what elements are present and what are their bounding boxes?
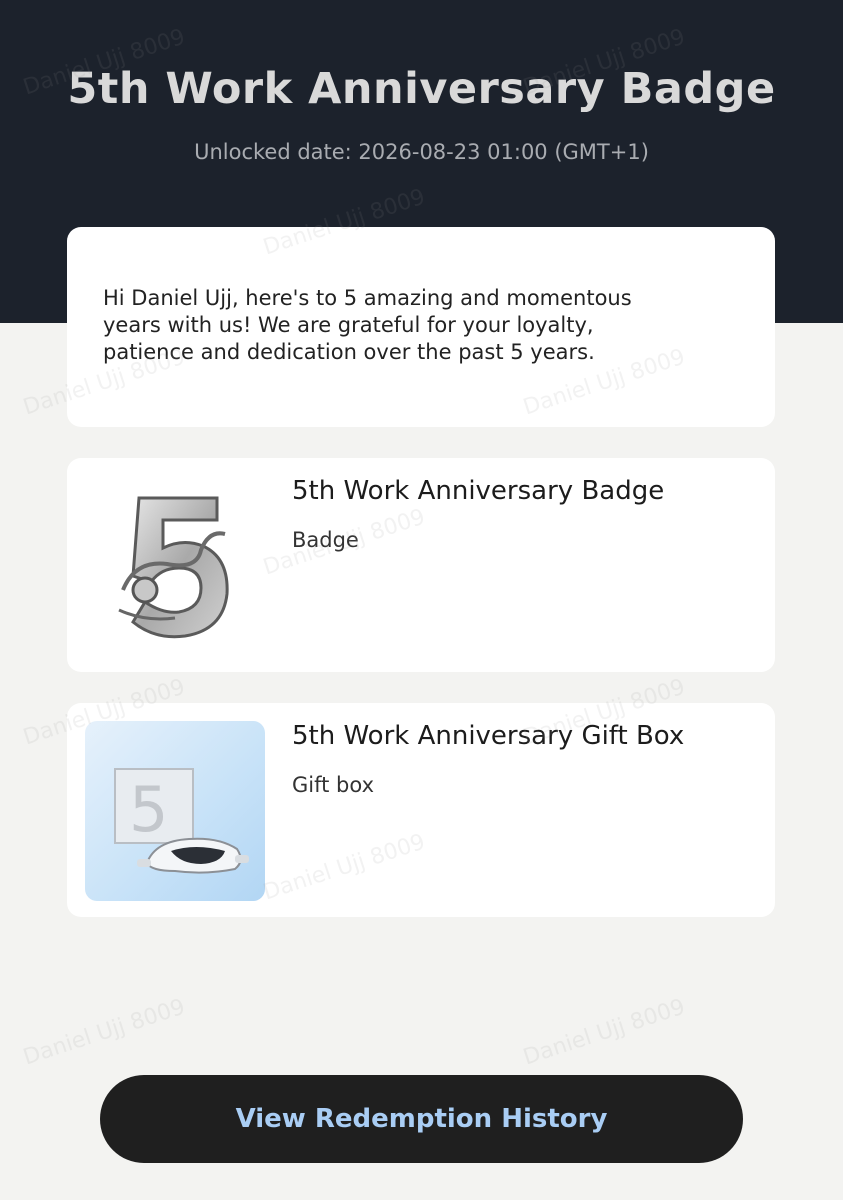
watermark: Daniel Ujj 8009 [20, 994, 189, 1071]
view-redemption-history-button[interactable]: View Redemption History [100, 1075, 743, 1163]
congratulations-message: Hi Daniel Ujj, here's to 5 amazing and m… [103, 285, 723, 366]
message-line: patience and dedication over the past 5 … [103, 340, 595, 364]
item-type: Gift box [292, 773, 375, 797]
message-line: years with us! We are grateful for your … [103, 313, 594, 337]
message-card: Hi Daniel Ujj, here's to 5 amazing and m… [67, 227, 775, 427]
reward-item-badge[interactable]: 5th Work Anniversary Badge Badge [67, 458, 775, 672]
silver-5-badge-icon [105, 490, 235, 640]
item-title: 5th Work Anniversary Gift Box [292, 721, 685, 751]
svg-text:5: 5 [129, 773, 168, 846]
unlocked-date: Unlocked date: 2026-08-23 01:00 (GMT+1) [194, 140, 649, 164]
gift-box-vr-headset-icon: 5 [85, 721, 265, 901]
reward-item-gift-box[interactable]: 5 5th Work Anniversary Gift Box Gift box [67, 703, 775, 917]
page-title: 5th Work Anniversary Badge [67, 64, 776, 114]
item-type: Badge [292, 528, 359, 552]
watermark: Daniel Ujj 8009 [520, 994, 689, 1071]
message-line: Hi Daniel Ujj, here's to 5 amazing and m… [103, 286, 632, 310]
item-title: 5th Work Anniversary Badge [292, 476, 665, 506]
